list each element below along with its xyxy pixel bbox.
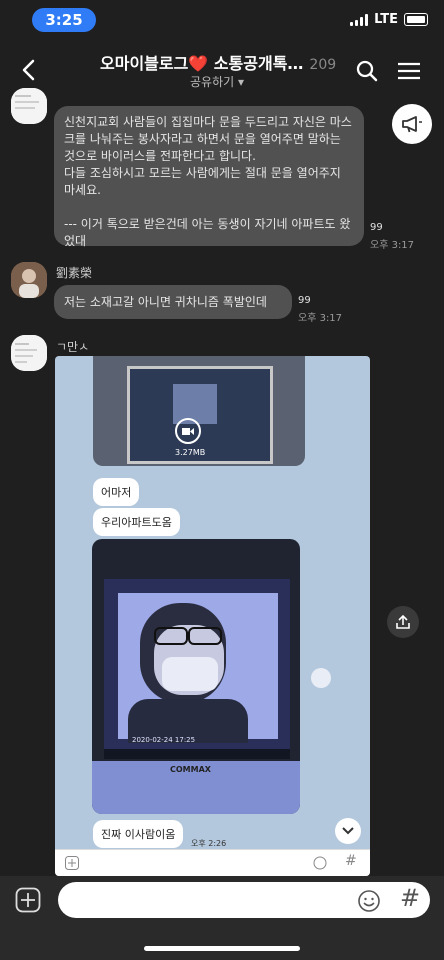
emoji-icon <box>358 890 380 912</box>
intercom-brand: COMMAX <box>170 765 211 774</box>
member-count: 209 <box>309 57 337 73</box>
avatar-image <box>11 88 47 124</box>
chat-title[interactable]: 오마이블로그❤️ 소통공개톡… 209 <box>100 50 336 74</box>
hash-icon: # <box>345 853 357 869</box>
read-count: 99 <box>298 295 311 306</box>
search-icon <box>356 60 378 82</box>
emoji-button[interactable] <box>356 888 382 914</box>
battery-icon <box>404 13 428 26</box>
video-play-icon[interactable] <box>175 418 201 444</box>
avatar-image <box>11 262 47 298</box>
embedded-message: 우리아파트도옴 <box>93 508 180 536</box>
status-time: 3:25 <box>32 8 96 32</box>
share-dropdown[interactable]: 공유하기 ▾ <box>190 73 244 90</box>
plus-icon <box>65 856 79 870</box>
status-indicators: LTE <box>350 12 428 27</box>
embedded-message: 어마저 <box>93 478 140 506</box>
menu-icon <box>398 62 420 80</box>
intercom-photo[interactable]: 2020-02-24 17:25 COMMAX <box>92 539 300 814</box>
chat-title-text: 오마이블로그❤️ 소통공개톡… <box>100 54 304 73</box>
home-indicator <box>144 946 300 951</box>
hash-button[interactable]: # <box>400 884 420 912</box>
chat-bubble-icon <box>311 668 331 688</box>
back-button[interactable] <box>14 56 42 84</box>
avatar[interactable] <box>11 262 47 298</box>
megaphone-icon <box>402 116 422 133</box>
scroll-down-button[interactable] <box>335 818 361 844</box>
avatar[interactable] <box>11 335 47 371</box>
video-thumbnail[interactable]: 3.27MB <box>93 356 305 466</box>
embedded-message-time: 오후 2:26 <box>191 839 227 848</box>
notice-button[interactable] <box>392 104 432 144</box>
shared-image[interactable]: 3.27MB 어마저 우리아파트도옴 2020-02-24 17:25 COMM… <box>55 356 370 876</box>
video-size: 3.27MB <box>175 448 206 457</box>
menu-button[interactable] <box>396 58 422 84</box>
message-time: 오후 3:17 <box>370 240 415 251</box>
chevron-down-icon <box>342 827 354 835</box>
intercom-timestamp: 2020-02-24 17:25 <box>132 736 196 744</box>
network-label: LTE <box>374 12 398 27</box>
emoji-icon <box>313 856 327 870</box>
share-icon <box>396 614 410 629</box>
sender-name: ㄱ만ㅅ <box>56 340 90 354</box>
plus-icon <box>15 887 41 913</box>
share-button[interactable] <box>387 606 419 638</box>
avatar-image <box>11 335 47 371</box>
signal-icon <box>350 13 369 26</box>
back-icon <box>22 59 35 81</box>
search-button[interactable] <box>354 58 380 84</box>
attach-button[interactable] <box>14 886 42 914</box>
avatar[interactable] <box>11 88 47 124</box>
message-bubble[interactable]: 신천지교회 사람들이 집집마다 문을 두드리고 자신은 마스크를 나눠주는 봉사… <box>54 106 364 248</box>
embedded-message: 진짜 이사람이옴 <box>93 820 184 848</box>
embedded-input-bar: # <box>55 849 370 876</box>
read-count: 99 <box>370 222 383 233</box>
hash-icon: # <box>400 884 421 912</box>
sender-name: 劉素榮 <box>56 266 93 280</box>
message-bubble[interactable]: 저는 소재고갈 아니면 귀차니즘 폭발인데 <box>54 285 292 319</box>
message-time: 오후 3:17 <box>298 313 343 324</box>
